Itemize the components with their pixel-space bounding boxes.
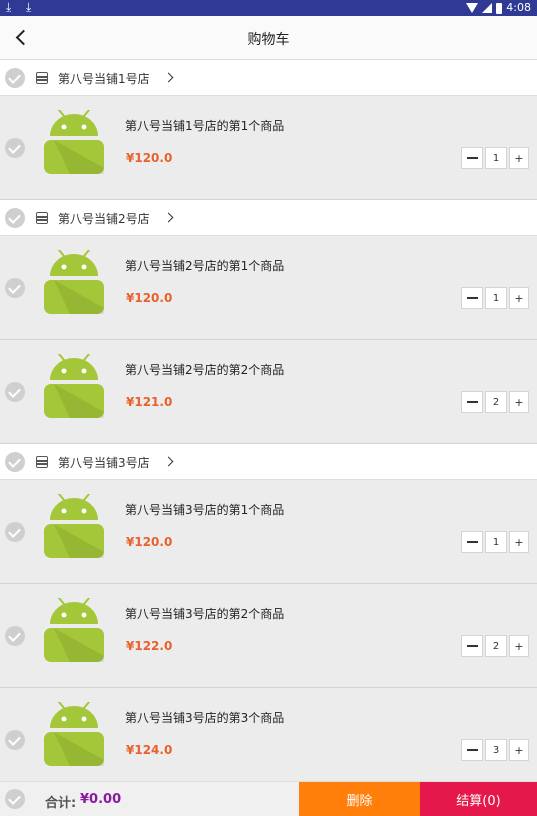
decrease-button[interactable]	[461, 531, 483, 553]
item-name[interactable]: 第八号当铺2号店的第2个商品	[125, 361, 284, 378]
increase-button[interactable]: +	[509, 287, 529, 309]
store-checkbox[interactable]	[5, 208, 25, 228]
quantity-stepper: 3 +	[461, 739, 531, 761]
increase-button[interactable]: +	[509, 531, 529, 553]
cart-item[interactable]: 第八号当铺1号店的第1个商品 ¥120.0 1 +	[0, 96, 537, 200]
decrease-button[interactable]	[461, 287, 483, 309]
item-price: ¥120.0	[126, 535, 173, 549]
shop-icon	[36, 212, 48, 224]
quantity-stepper: 1 +	[461, 531, 531, 553]
cart-item[interactable]: 第八号当铺3号店的第1个商品 ¥120.0 1 +	[0, 480, 537, 584]
decrease-button[interactable]	[461, 739, 483, 761]
cart-item[interactable]: 第八号当铺3号店的第3个商品 ¥124.0 3 +	[0, 688, 537, 792]
quantity-stepper: 2 +	[461, 635, 531, 657]
cart-list: 第八号当铺1号店 第八号当铺1号店的第1个商品 ¥120.0 1 + 第八号当铺2号店 第八…	[0, 60, 537, 792]
increase-button[interactable]: +	[509, 147, 529, 169]
battery-icon	[496, 2, 503, 14]
app-bar: 购物车	[0, 16, 537, 60]
cart-item[interactable]: 第八号当铺3号店的第2个商品 ¥122.0 2 +	[0, 584, 537, 688]
increase-button[interactable]: +	[509, 635, 529, 657]
store-name[interactable]: 第八号当铺2号店	[58, 210, 150, 227]
download-icon: ⤓	[26, 0, 32, 14]
store-checkbox[interactable]	[5, 452, 25, 472]
quantity-value[interactable]: 1	[485, 531, 507, 553]
increase-button[interactable]: +	[509, 739, 529, 761]
product-image[interactable]	[40, 702, 108, 768]
item-checkbox[interactable]	[5, 138, 25, 158]
download-icon: ⤓	[6, 0, 12, 14]
checkout-button[interactable]: 结算(0)	[420, 782, 537, 816]
store-name[interactable]: 第八号当铺1号店	[58, 70, 150, 87]
chevron-right-icon[interactable]	[163, 456, 174, 467]
item-name[interactable]: 第八号当铺3号店的第2个商品	[125, 605, 284, 622]
item-checkbox[interactable]	[5, 522, 25, 542]
item-checkbox[interactable]	[5, 278, 25, 298]
shop-icon	[36, 72, 48, 84]
decrease-button[interactable]	[461, 635, 483, 657]
store-header[interactable]: 第八号当铺1号店	[0, 60, 537, 96]
chevron-right-icon[interactable]	[163, 212, 174, 223]
decrease-button[interactable]	[461, 147, 483, 169]
product-image[interactable]	[40, 250, 108, 316]
product-image[interactable]	[40, 110, 108, 176]
delete-button[interactable]: 删除	[299, 782, 420, 816]
item-price: ¥120.0	[126, 291, 173, 305]
wifi-icon	[466, 3, 479, 13]
quantity-value[interactable]: 3	[485, 739, 507, 761]
total-value: ¥0.00	[80, 792, 122, 807]
item-checkbox[interactable]	[5, 382, 25, 402]
item-name[interactable]: 第八号当铺3号店的第3个商品	[125, 709, 284, 726]
bottom-bar: 合计: ¥0.00 删除 结算(0)	[0, 781, 537, 816]
quantity-value[interactable]: 2	[485, 391, 507, 413]
status-time: 4:08	[506, 1, 531, 14]
chevron-right-icon[interactable]	[163, 72, 174, 83]
item-price: ¥124.0	[126, 743, 173, 757]
decrease-button[interactable]	[461, 391, 483, 413]
increase-button[interactable]: +	[509, 391, 529, 413]
shop-icon	[36, 456, 48, 468]
item-name[interactable]: 第八号当铺2号店的第1个商品	[125, 257, 284, 274]
select-all-checkbox[interactable]	[5, 789, 25, 809]
store-header[interactable]: 第八号当铺3号店	[0, 444, 537, 480]
page-title: 购物车	[247, 32, 290, 48]
item-price: ¥120.0	[126, 151, 173, 165]
item-name[interactable]: 第八号当铺1号店的第1个商品	[125, 117, 284, 134]
product-image[interactable]	[40, 494, 108, 560]
quantity-stepper: 1 +	[461, 147, 531, 169]
cart-item[interactable]: 第八号当铺2号店的第2个商品 ¥121.0 2 +	[0, 340, 537, 444]
quantity-stepper: 2 +	[461, 391, 531, 413]
store-name[interactable]: 第八号当铺3号店	[58, 454, 150, 471]
product-image[interactable]	[40, 354, 108, 420]
signal-icon	[482, 3, 493, 13]
quantity-value[interactable]: 1	[485, 287, 507, 309]
item-name[interactable]: 第八号当铺3号店的第1个商品	[125, 501, 284, 518]
quantity-value[interactable]: 2	[485, 635, 507, 657]
store-checkbox[interactable]	[5, 68, 25, 88]
item-checkbox[interactable]	[5, 626, 25, 646]
item-price: ¥122.0	[126, 639, 173, 653]
total-label: 合计:	[45, 796, 77, 811]
quantity-value[interactable]: 1	[485, 147, 507, 169]
status-bar: ⤓ ⤓ 4:08	[0, 0, 537, 16]
cart-item[interactable]: 第八号当铺2号店的第1个商品 ¥120.0 1 +	[0, 236, 537, 340]
item-price: ¥121.0	[126, 395, 173, 409]
item-checkbox[interactable]	[5, 730, 25, 750]
status-icons: 4:08	[466, 1, 531, 15]
quantity-stepper: 1 +	[461, 287, 531, 309]
product-image[interactable]	[40, 598, 108, 664]
store-header[interactable]: 第八号当铺2号店	[0, 200, 537, 236]
